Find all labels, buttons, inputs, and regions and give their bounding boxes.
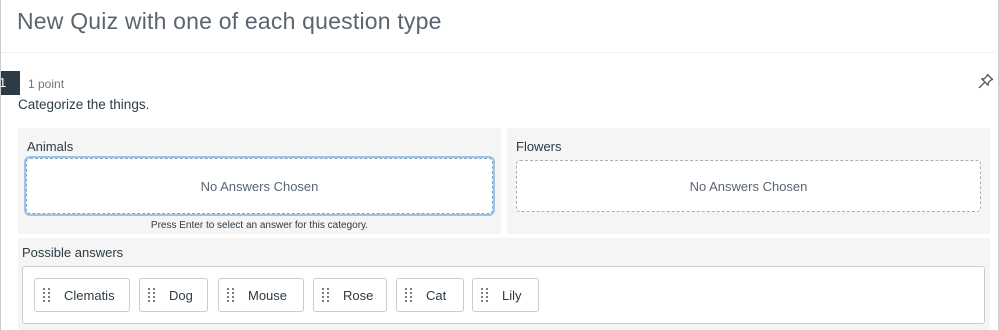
drag-handle-icon[interactable] [481, 288, 489, 302]
answer-chip-cat[interactable]: Cat [396, 278, 464, 312]
category-flowers: Flowers No Answers Chosen [507, 128, 990, 234]
quiz-title: New Quiz with one of each question type [17, 8, 442, 34]
question-number: 1 [1, 75, 7, 90]
category-label: Flowers [516, 139, 562, 154]
answer-chip-lily[interactable]: Lily [472, 278, 539, 312]
title-divider [1, 52, 999, 53]
answer-chip-label: Clematis [64, 287, 115, 303]
drag-handle-icon[interactable] [405, 288, 413, 302]
drag-handle-icon[interactable] [322, 288, 330, 302]
answer-chip-label: Cat [426, 287, 447, 303]
answer-chip-label: Lily [502, 287, 522, 303]
category-hint: Press Enter to select an answer for this… [150, 220, 369, 231]
drag-handle-icon[interactable] [43, 288, 51, 302]
answer-chip-mouse[interactable]: Mouse [218, 278, 304, 312]
drag-handle-icon[interactable] [148, 288, 156, 302]
possible-answers-list: Clematis Dog Mouse Rose Cat Lily [22, 266, 985, 324]
possible-answers-panel: Possible answers Clematis Dog Mouse Rose… [18, 238, 990, 330]
answer-chip-clematis[interactable]: Clematis [34, 278, 130, 312]
answer-chip-label: Dog [169, 287, 193, 303]
drag-handle-icon[interactable] [227, 288, 235, 302]
possible-answers-label: Possible answers [22, 245, 124, 260]
question-number-badge: 1 [1, 71, 20, 95]
pin-icon[interactable] [977, 72, 995, 90]
category-drop-zone-animals[interactable]: No Answers Chosen [26, 158, 493, 214]
drop-zone-placeholder: No Answers Chosen [689, 178, 808, 194]
answer-chip-label: Mouse [248, 287, 288, 303]
question-prompt: Categorize the things. [18, 97, 150, 112]
category-label: Animals [27, 139, 74, 154]
quiz-frame: New Quiz with one of each question type … [0, 0, 999, 330]
answer-chip-dog[interactable]: Dog [139, 278, 208, 312]
answer-chip-rose[interactable]: Rose [313, 278, 387, 312]
category-drop-zone-flowers[interactable]: No Answers Chosen [516, 160, 981, 212]
question-points: 1 point [28, 77, 65, 91]
answer-chip-label: Rose [343, 287, 374, 303]
category-animals: Animals No Answers Chosen Press Enter to… [18, 128, 501, 234]
drop-zone-placeholder: No Answers Chosen [200, 178, 319, 194]
